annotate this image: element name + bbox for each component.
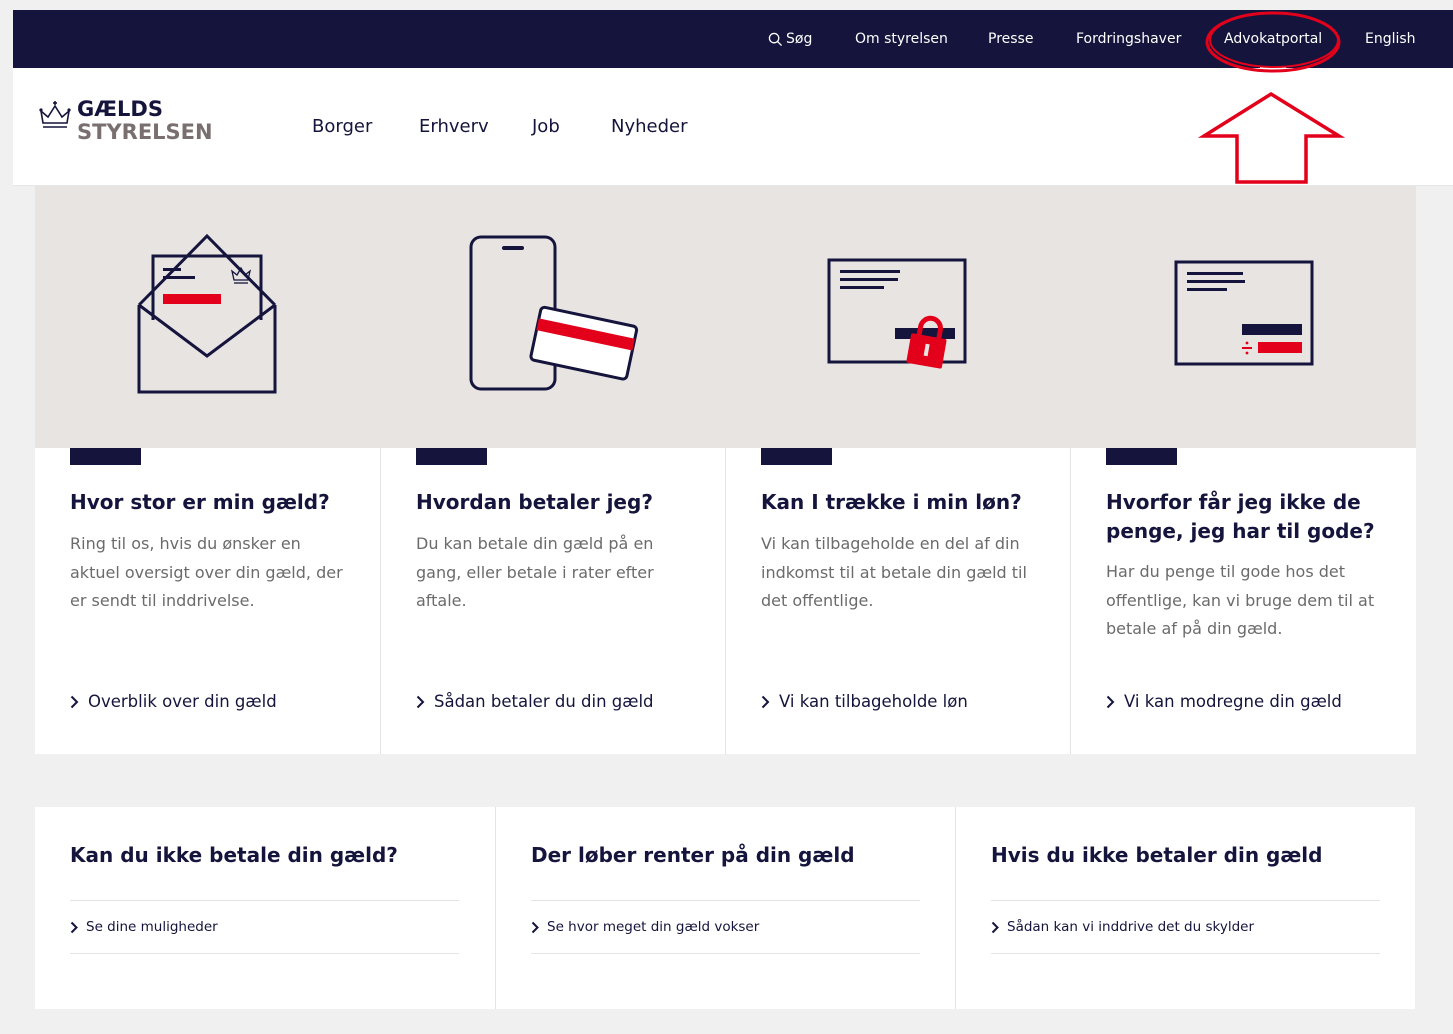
card-link-overview[interactable]: Overblik over din gæld bbox=[70, 692, 277, 711]
card-title: Hvordan betaler jeg? bbox=[416, 490, 653, 514]
site-logo[interactable]: GÆLDS STYRELSEN bbox=[38, 98, 213, 144]
topnav-press[interactable]: Presse bbox=[988, 10, 1033, 68]
card-accent-bar bbox=[70, 448, 141, 465]
site-header: GÆLDS STYRELSEN Borger Erhverv Job Nyhed… bbox=[13, 68, 1453, 186]
card-link-withholding[interactable]: Vi kan tilbageholde løn bbox=[761, 692, 968, 711]
topnav-about[interactable]: Om styrelsen bbox=[855, 10, 948, 68]
nav-business[interactable]: Erhverv bbox=[419, 116, 489, 137]
crown-icon bbox=[39, 101, 71, 128]
statement-offset-icon bbox=[1174, 260, 1314, 366]
panel-title: Der løber renter på din gæld bbox=[531, 843, 855, 867]
panel-interest: Der løber renter på din gæld Se hvor meg… bbox=[495, 807, 955, 1009]
card-title: Hvorfor får jeg ikke de penge, jeg har t… bbox=[1106, 490, 1375, 543]
panel-not-paying: Hvis du ikke betaler din gæld Sådan kan … bbox=[955, 807, 1415, 1009]
card-link-payment[interactable]: Sådan betaler du din gæld bbox=[416, 692, 654, 711]
chevron-right-icon bbox=[70, 695, 79, 708]
card-text: Ring til os, hvis du ønsker en aktuel ov… bbox=[70, 534, 343, 610]
card-text: Du kan betale din gæld på en gang, eller… bbox=[416, 534, 654, 610]
logo-line-2: STYRELSEN bbox=[77, 120, 213, 144]
chevron-right-icon bbox=[761, 695, 770, 708]
panel-link-growth[interactable]: Se hvor meget din gæld vokser bbox=[531, 900, 920, 954]
topnav-lawyer-portal[interactable]: Advokatportal bbox=[1224, 10, 1322, 68]
nav-news[interactable]: Nyheder bbox=[611, 116, 688, 137]
card-title: Kan I trække i min løn? bbox=[761, 490, 1022, 514]
panel-link-label: Se dine muligheder bbox=[86, 919, 218, 935]
card-accent-bar bbox=[761, 448, 832, 465]
panel-link-options[interactable]: Se dine muligheder bbox=[70, 900, 459, 954]
card-text: Har du penge til gode hos det offentlige… bbox=[1106, 562, 1375, 638]
card-refund: Hvorfor får jeg ikke de penge, jeg har t… bbox=[1070, 448, 1416, 754]
card-accent-bar bbox=[416, 448, 487, 465]
document-lock-icon bbox=[827, 258, 967, 369]
chevron-right-icon bbox=[531, 921, 539, 933]
topnav-creditor[interactable]: Fordringshaver bbox=[1076, 10, 1181, 68]
topic-cards: Hvor stor er min gæld? Ring til os, hvis… bbox=[35, 448, 1416, 754]
panel-cannot-pay: Kan du ikke betale din gæld? Se dine mul… bbox=[35, 807, 495, 1009]
chevron-right-icon bbox=[1106, 695, 1115, 708]
hero-illustrations bbox=[35, 186, 1416, 448]
card-link-label: Sådan betaler du din gæld bbox=[434, 692, 654, 711]
chevron-right-icon bbox=[416, 695, 425, 708]
card-link-offset[interactable]: Vi kan modregne din gæld bbox=[1106, 692, 1342, 711]
nav-citizen[interactable]: Borger bbox=[312, 116, 372, 137]
panel-link-collection[interactable]: Sådan kan vi inddrive det du skylder bbox=[991, 900, 1380, 954]
panel-title: Hvis du ikke betaler din gæld bbox=[991, 843, 1323, 867]
search-label: Søg bbox=[786, 31, 813, 47]
search-link[interactable]: Søg bbox=[768, 10, 812, 68]
panel-link-label: Se hvor meget din gæld vokser bbox=[547, 919, 760, 935]
card-title: Hvor stor er min gæld? bbox=[70, 490, 330, 514]
top-bar: Søg Om styrelsen Presse Fordringshaver A… bbox=[13, 10, 1453, 68]
card-text: Vi kan tilbageholde en del af din indkom… bbox=[761, 534, 1027, 610]
nav-job[interactable]: Job bbox=[532, 116, 560, 137]
topnav-english[interactable]: English bbox=[1365, 10, 1416, 68]
panel-link-label: Sådan kan vi inddrive det du skylder bbox=[1007, 919, 1255, 935]
card-link-label: Overblik over din gæld bbox=[88, 692, 277, 711]
info-panels: Kan du ikke betale din gæld? Se dine mul… bbox=[35, 807, 1415, 1009]
chevron-right-icon bbox=[70, 921, 78, 933]
chevron-right-icon bbox=[991, 921, 999, 933]
panel-title: Kan du ikke betale din gæld? bbox=[70, 843, 398, 867]
card-accent-bar bbox=[1106, 448, 1177, 465]
card-link-label: Vi kan tilbageholde løn bbox=[779, 692, 968, 711]
envelope-letter-icon bbox=[137, 233, 277, 394]
card-debt-size: Hvor stor er min gæld? Ring til os, hvis… bbox=[35, 448, 380, 754]
search-icon bbox=[768, 32, 783, 46]
phone-card-icon bbox=[469, 235, 639, 391]
logo-line-1: GÆLDS bbox=[77, 97, 163, 121]
card-how-to-pay: Hvordan betaler jeg? Du kan betale din g… bbox=[380, 448, 725, 754]
card-salary-withholding: Kan I trække i min løn? Vi kan tilbageho… bbox=[725, 448, 1070, 754]
card-link-label: Vi kan modregne din gæld bbox=[1124, 692, 1342, 711]
